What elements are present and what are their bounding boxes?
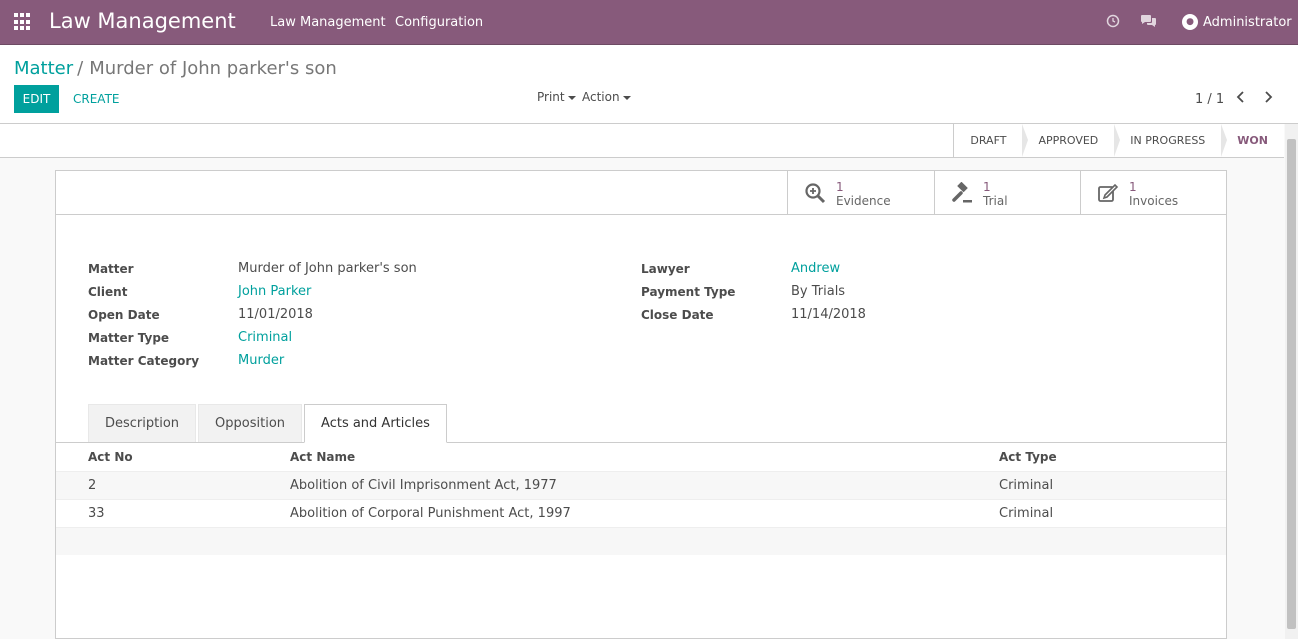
payment-type-value: By Trials (791, 284, 846, 299)
open-date-value: 11/01/2018 (238, 307, 313, 322)
create-button[interactable]: CREATE (73, 92, 120, 106)
action-dropdown[interactable]: Action (582, 90, 631, 104)
table-header: Act No Act Name Act Type (56, 443, 1226, 471)
act-name-cell: Abolition of Corporal Punishment Act, 19… (290, 506, 571, 521)
matter-type-label: Matter Type (88, 331, 170, 345)
control-panel: Matter / Murder of John parker's son EDIT … (0, 45, 1298, 124)
lawyer-link[interactable]: Andrew (791, 261, 840, 276)
tab-description[interactable]: Description (88, 404, 197, 443)
invoices-count: 1 (1129, 180, 1137, 194)
table-row[interactable]: 2 Abolition of Civil Imprisonment Act, 1… (56, 471, 1226, 499)
pager-value[interactable]: 1 / 1 (1195, 92, 1224, 107)
client-label: Client (88, 285, 128, 299)
tab-opposition[interactable]: Opposition (198, 404, 303, 443)
caret-down-icon (567, 95, 576, 100)
search-plus-icon (804, 182, 826, 209)
matter-type-link[interactable]: Criminal (238, 330, 292, 345)
open-date-label: Open Date (88, 308, 160, 322)
pager-next-button[interactable] (1263, 89, 1273, 108)
evidence-count: 1 (836, 180, 844, 194)
vertical-scrollbar[interactable] (1285, 124, 1298, 639)
scrollbar-thumb[interactable] (1287, 139, 1296, 629)
matter-category-link[interactable]: Murder (238, 353, 284, 368)
acts-table: Act No Act Name Act Type 2 Abolition of … (56, 443, 1226, 555)
status-bar: DRAFT APPROVED IN PROGRESS WON (0, 124, 1284, 158)
column-act-type[interactable]: Act Type (999, 450, 1057, 464)
edit-icon (1097, 182, 1119, 209)
act-type-cell: Criminal (999, 506, 1054, 521)
breadcrumb-separator: / (77, 58, 84, 79)
menu-law-management[interactable]: Law Management (270, 15, 386, 30)
notebook-tabs: Description Opposition Acts and Articles (88, 404, 449, 443)
caret-down-icon (622, 95, 631, 100)
breadcrumb: Matter / Murder of John parker's son (14, 58, 337, 79)
status-stages: DRAFT APPROVED IN PROGRESS WON (953, 124, 1284, 157)
stage-approved[interactable]: APPROVED (1022, 124, 1121, 157)
action-label: Action (582, 90, 620, 104)
trial-count: 1 (983, 180, 991, 194)
app-title: Law Management (49, 9, 236, 33)
apps-grid-icon[interactable] (14, 13, 32, 31)
invoices-smart-button[interactable]: 1 Invoices (1080, 171, 1227, 214)
stage-in-progress[interactable]: IN PROGRESS (1114, 124, 1228, 157)
print-dropdown[interactable]: Print (537, 90, 576, 104)
invoices-label: Invoices (1129, 194, 1179, 208)
pager-previous-button[interactable] (1236, 89, 1246, 108)
close-date-label: Close Date (641, 308, 714, 322)
breadcrumb-parent[interactable]: Matter (14, 58, 73, 79)
table-row[interactable]: 33 Abolition of Corporal Punishment Act,… (56, 499, 1226, 527)
matter-category-label: Matter Category (88, 354, 200, 368)
evidence-label: Evidence (836, 194, 891, 208)
edit-button[interactable]: EDIT (14, 85, 59, 113)
user-menu[interactable]: Administrator (1203, 15, 1292, 30)
evidence-smart-button[interactable]: 1 Evidence (787, 171, 934, 214)
payment-type-label: Payment Type (641, 285, 736, 299)
user-avatar[interactable]: ● (1182, 14, 1198, 30)
form-sheet: 1 Evidence 1 Trial 1 Invoices Matter Mur… (55, 170, 1227, 639)
clock-icon[interactable] (1106, 14, 1120, 32)
close-date-value: 11/14/2018 (791, 307, 866, 322)
gavel-icon (951, 181, 973, 209)
act-no-cell: 2 (88, 478, 97, 493)
client-link[interactable]: John Parker (238, 284, 311, 299)
lawyer-label: Lawyer (641, 262, 690, 276)
tab-acts-and-articles[interactable]: Acts and Articles (304, 404, 447, 443)
column-act-no[interactable]: Act No (88, 450, 133, 464)
smart-button-box: 1 Evidence 1 Trial 1 Invoices (56, 171, 1226, 215)
stage-won[interactable]: WON (1221, 124, 1284, 157)
column-act-name[interactable]: Act Name (290, 450, 355, 464)
print-label: Print (537, 90, 565, 104)
breadcrumb-current: Murder of John parker's son (89, 58, 337, 79)
menu-configuration[interactable]: Configuration (395, 15, 483, 30)
matter-value: Murder of John parker's son (238, 261, 417, 276)
trial-smart-button[interactable]: 1 Trial (934, 171, 1081, 214)
act-name-cell: Abolition of Civil Imprisonment Act, 197… (290, 478, 557, 493)
trial-label: Trial (983, 194, 1008, 208)
stage-draft[interactable]: DRAFT (954, 124, 1029, 157)
act-no-cell: 33 (88, 506, 105, 521)
top-navbar: Law Management Law Management Configurat… (0, 0, 1298, 45)
chat-icon[interactable] (1140, 14, 1157, 32)
empty-table-row (56, 527, 1226, 555)
act-type-cell: Criminal (999, 478, 1054, 493)
matter-label: Matter (88, 262, 134, 276)
